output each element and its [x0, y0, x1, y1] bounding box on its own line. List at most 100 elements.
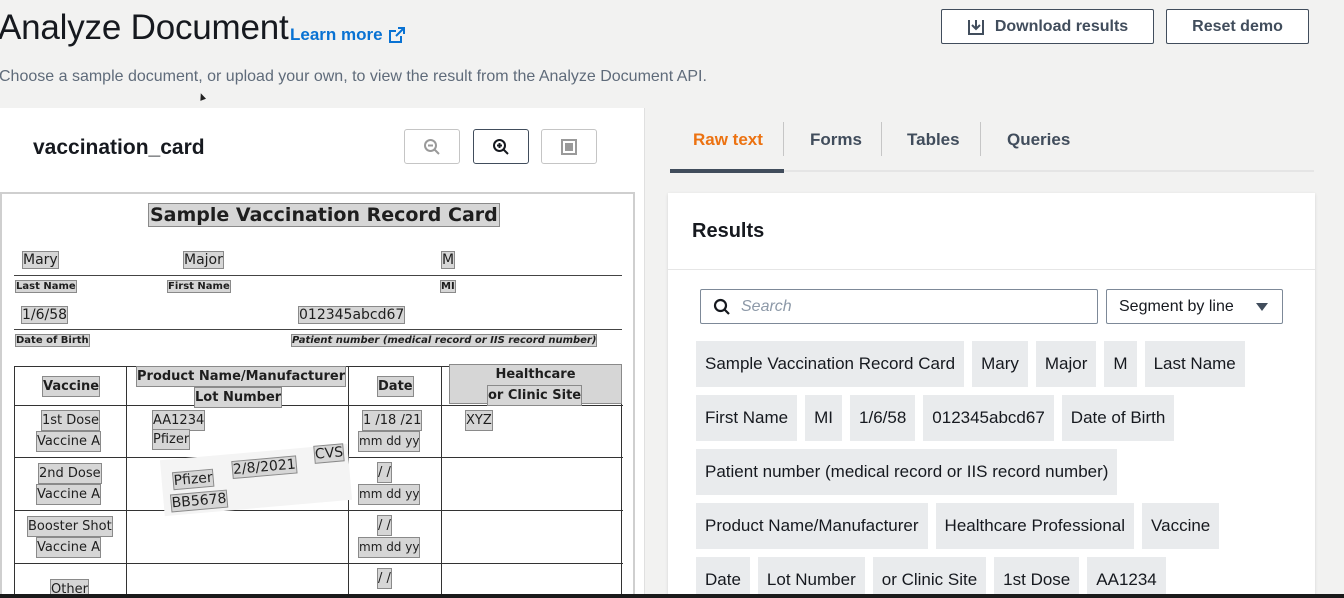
result-chip[interactable]: Sample Vaccination Record Card — [696, 341, 965, 387]
result-chip[interactable]: 1/6/58 — [850, 395, 916, 441]
fit-page-icon — [561, 138, 577, 155]
sticker-site: CVS — [313, 443, 345, 464]
external-link-icon — [388, 27, 405, 43]
table-divider — [15, 510, 623, 511]
row2-date: / / — [377, 462, 392, 483]
patient-number-value: 012345abcd67 — [297, 306, 406, 324]
row3-dose: Booster Shot — [27, 516, 113, 537]
row1-site: XYZ — [465, 410, 493, 431]
search-icon — [713, 298, 730, 315]
row2-date-hint: mm dd yy — [357, 484, 421, 505]
analyze-document-page: Analyze Document Learn more Choose a sam… — [0, 0, 1344, 598]
mi-label: MI — [440, 280, 456, 293]
row1-vaccine: Vaccine A — [35, 431, 102, 452]
result-chip[interactable]: M — [1104, 341, 1137, 387]
result-chip[interactable]: Lot Number — [757, 557, 865, 598]
result-chip[interactable]: Patient number (medical record or IIS re… — [696, 449, 1118, 495]
table-divider — [15, 563, 623, 564]
zoom-out-button[interactable] — [404, 129, 460, 164]
header-date: Date — [377, 376, 414, 397]
dob-value: 1/6/58 — [20, 306, 69, 324]
result-chip[interactable]: 1st Dose — [994, 557, 1080, 598]
header-product: Product Name/Manufacturer — [135, 366, 347, 387]
segment-select[interactable]: Segment by line — [1106, 289, 1283, 324]
zoom-out-icon — [424, 138, 440, 155]
result-chip[interactable]: 012345abcd67 — [923, 395, 1054, 441]
result-chip[interactable]: Date of Birth — [1061, 395, 1175, 441]
mouse-cursor — [197, 92, 207, 101]
header-lot-number: Lot Number — [193, 387, 283, 408]
row3-vaccine: Vaccine A — [35, 537, 102, 558]
result-chip[interactable]: Vaccine — [1142, 503, 1220, 549]
document-name: vaccination_card — [33, 136, 205, 159]
chip-row: Date Lot Number or Clinic Site 1st Dose AA12… — [696, 557, 1296, 598]
field-underline — [14, 329, 622, 330]
result-chip[interactable]: or Clinic Site — [872, 557, 987, 598]
download-icon — [967, 19, 984, 35]
result-tabs: Raw text Forms Tables Queries — [670, 120, 1314, 173]
result-chip[interactable]: Last Name — [1144, 341, 1245, 387]
result-chips: Sample Vaccination Record Card Mary Major M… — [696, 341, 1296, 598]
fit-page-button[interactable] — [541, 129, 597, 164]
sticker-maker: Pfizer — [172, 468, 215, 491]
active-tab-indicator — [670, 169, 784, 173]
row3-date-hint: mm dd yy — [357, 537, 421, 558]
row1-maker: Pfizer — [151, 429, 191, 450]
tab-queries[interactable]: Queries — [1007, 130, 1070, 150]
segment-select-value: Segment by line — [1119, 297, 1234, 315]
first-name-value: Major — [183, 251, 224, 269]
result-chip[interactable]: AA1234 — [1087, 557, 1166, 598]
search-input[interactable] — [741, 297, 1081, 316]
learn-more-link[interactable]: Learn more — [290, 25, 405, 45]
chip-row: Patient number (medical record or IIS re… — [696, 449, 1296, 495]
row1-date: 1 /18 /21 — [361, 410, 423, 431]
sticker-lot: BB5678 — [170, 489, 229, 513]
download-results-label: Download results — [994, 17, 1129, 35]
reset-demo-button[interactable]: Reset demo — [1166, 9, 1309, 44]
learn-more-label: Learn more — [290, 25, 383, 44]
result-chip[interactable]: Healthcare Professional — [935, 503, 1135, 549]
chip-row: First Name MI 1/6/58 012345abcd67 Date of Bi… — [696, 395, 1296, 441]
row2-dose: 2nd Dose — [38, 463, 102, 484]
last-name-value: Mary — [22, 251, 59, 269]
tab-separator — [783, 122, 784, 156]
card-title: Sample Vaccination Record Card — [148, 203, 500, 227]
chip-row: Product Name/Manufacturer Healthcare Prof… — [696, 503, 1296, 549]
result-chip[interactable]: Major — [1035, 341, 1097, 387]
row2-vaccine: Vaccine A — [35, 484, 102, 505]
last-name-label: Last Name — [15, 280, 77, 293]
result-chip[interactable]: MI — [805, 395, 843, 441]
row3-date: / / — [377, 515, 392, 536]
row1-dose: 1st Dose — [40, 410, 101, 431]
results-panel: Results Segment by line Sample Vaccinati… — [668, 193, 1315, 598]
search-field[interactable] — [700, 289, 1098, 324]
zoom-in-icon — [493, 138, 509, 155]
field-underline — [14, 275, 622, 276]
download-results-button[interactable]: Download results — [941, 9, 1154, 44]
result-chip[interactable]: Date — [696, 557, 750, 598]
dob-label: Date of Birth — [15, 334, 90, 347]
tab-forms[interactable]: Forms — [810, 130, 862, 150]
results-title: Results — [692, 220, 765, 242]
result-chip[interactable]: Mary — [972, 341, 1028, 387]
document-viewer-panel: vaccination_card Sample Vaccination Reco… — [0, 108, 645, 598]
header-vaccine: Vaccine — [41, 376, 101, 397]
caret-down-icon — [1256, 302, 1268, 311]
first-name-label: First Name — [167, 280, 231, 293]
mi-value: M — [440, 251, 456, 269]
bottom-edge-bar — [0, 594, 1344, 598]
sticker-date: 2/8/2021 — [231, 455, 298, 480]
row1-lot: AA1234 — [151, 410, 206, 431]
page-title: Analyze Document — [0, 8, 289, 47]
patient-number-label: Patient number (medical record or IIS re… — [290, 334, 598, 347]
result-chip[interactable]: First Name — [696, 395, 798, 441]
row1-date-hint: mm dd yy — [357, 431, 421, 452]
tab-tables[interactable]: Tables — [907, 130, 960, 150]
page-subtitle: Choose a sample document, or upload your… — [0, 68, 707, 85]
result-chip[interactable]: Product Name/Manufacturer — [696, 503, 928, 549]
zoom-in-button[interactable] — [473, 129, 529, 164]
tab-raw-text[interactable]: Raw text — [693, 130, 763, 150]
row4-date: / / — [377, 568, 392, 589]
header-clinic-site: or Clinic Site — [486, 385, 583, 406]
document-image[interactable]: Sample Vaccination Record Card Mary Majo… — [0, 192, 635, 598]
